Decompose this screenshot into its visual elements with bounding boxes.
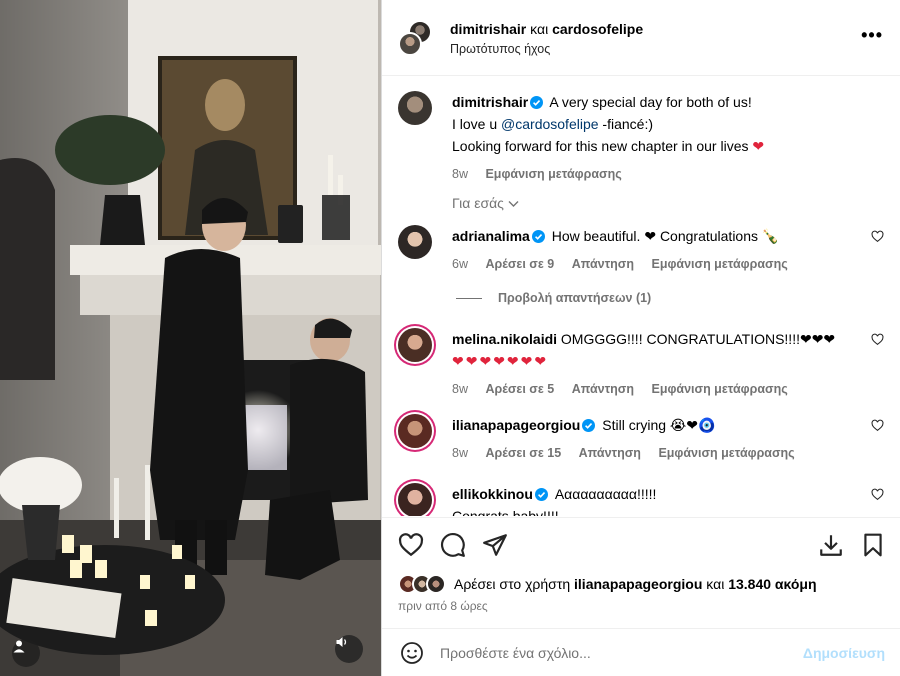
caption-line-2-prefix: I love u [452, 116, 502, 132]
heart-icon[interactable] [398, 532, 424, 558]
caption-line-2-suffix: -fiancé:) [598, 116, 653, 132]
caption-mention[interactable]: @cardosofelipe [501, 116, 599, 132]
collab-connector: και [530, 21, 549, 37]
download-icon[interactable] [818, 532, 844, 558]
comment-body: ilianapapageorgiou Still crying 😭❤🧿 8w Α… [452, 414, 872, 464]
post-panel: dimitrishair και cardosofelipe Πρωτότυπο… [381, 0, 900, 676]
translate-link[interactable]: Εμφάνιση μετάφρασης [651, 257, 787, 271]
comment-text-line-2: ❤❤❤❤❤❤❤ [452, 353, 549, 369]
translate-link[interactable]: Εμφάνιση μετάφρασης [651, 382, 787, 396]
for-you-label: Για εσάς [452, 195, 504, 211]
tagged-users-button[interactable] [12, 639, 40, 667]
collab-avatars[interactable] [398, 20, 434, 56]
post-media[interactable] [0, 0, 381, 676]
view-replies-button[interactable]: Προβολή απαντήσεων (1) [456, 291, 651, 305]
comment-body: melina.nikolaidi OMGGGG!!!! CONGRATULATI… [452, 328, 872, 400]
audio-toggle-button[interactable] [335, 635, 363, 663]
reply-button[interactable]: Απάντηση [572, 257, 634, 271]
caption-body: dimitrishair A very special day for both… [452, 91, 872, 185]
heart-emoji: ❤ [752, 138, 765, 154]
verified-icon [531, 230, 545, 243]
caption-username[interactable]: dimitrishair [452, 94, 528, 110]
avatar [398, 32, 422, 56]
author-username[interactable]: dimitrishair [450, 21, 526, 37]
add-comment-bar: Δημοσίευση [382, 628, 900, 676]
avatar[interactable] [398, 414, 432, 448]
comment-meta: 6w Αρέσει σε 9 Απάντηση Εμφάνιση μετάφρα… [452, 253, 872, 275]
share-icon[interactable] [482, 532, 508, 558]
audio-label[interactable]: Πρωτότυπος ήχος [450, 42, 550, 56]
comment-text-line-2: Congrats baby!!!! [452, 508, 559, 516]
comment-meta: 8w Αρέσει σε 5 Απάντηση Εμφάνιση μετάφρα… [452, 378, 872, 400]
translate-link[interactable]: Εμφάνιση μετάφρασης [485, 167, 621, 181]
post-header: dimitrishair και cardosofelipe Πρωτότυπο… [382, 0, 900, 76]
post-timestamp[interactable]: πριν από 8 ώρες [398, 599, 488, 613]
emoji-icon[interactable] [400, 641, 424, 665]
comment-meta: 8w Αρέσει σε 15 Απάντηση Εμφάνιση μετάφρ… [452, 442, 872, 464]
caption-line-1: A very special day for both of us! [549, 94, 752, 110]
likes-middle: και [702, 576, 729, 592]
comment-likes[interactable]: Αρέσει σε 15 [485, 446, 561, 460]
comment-username[interactable]: ellikokkinou [452, 486, 533, 502]
avatar[interactable] [398, 328, 432, 362]
comment-body: adrianalima How beautiful. ❤ Congratulat… [452, 225, 872, 275]
verified-icon [530, 96, 544, 109]
comment-text: How beautiful. ❤ Congratulations 🍾 [551, 228, 780, 244]
comment-input[interactable] [440, 639, 780, 667]
reply-button[interactable]: Απάντηση [572, 382, 634, 396]
heart-icon[interactable] [871, 230, 884, 243]
comments-list[interactable]: dimitrishair A very special day for both… [382, 77, 900, 516]
speaker-icon [336, 637, 347, 647]
likes-text: Αρέσει στο χρήστη ilianapapageorgiou και… [454, 576, 817, 592]
comment-username[interactable]: adrianalima [452, 228, 530, 244]
avatar[interactable] [398, 91, 432, 125]
more-icon: ••• [861, 25, 883, 45]
heart-icon[interactable] [871, 333, 884, 346]
likes-summary[interactable]: Αρέσει στο χρήστη ilianapapageorgiou και… [398, 574, 817, 594]
post-photo [0, 0, 381, 676]
heart-icon[interactable] [871, 419, 884, 432]
comment-body: ellikokkinou Αααααααααα!!!!! Congrats ba… [452, 483, 872, 516]
translate-link[interactable]: Εμφάνιση μετάφρασης [658, 446, 794, 460]
comment-username[interactable]: ilianapapageorgiou [452, 417, 580, 433]
comment-text: OMGGGG!!!! CONGRATULATIONS!!!!❤❤❤ [560, 331, 836, 347]
verified-icon [534, 488, 548, 501]
more-options-button[interactable]: ••• [861, 26, 883, 44]
view-replies-label: Προβολή απαντήσεων (1) [498, 291, 652, 305]
collab-username[interactable]: cardosofelipe [552, 21, 643, 37]
user-tag-icon [13, 640, 25, 653]
caption-time[interactable]: 8w [452, 167, 468, 181]
likes-prefix: Αρέσει στο χρήστη [454, 576, 575, 592]
comment-username[interactable]: melina.nikolaidi [452, 331, 557, 347]
heart-icon[interactable] [871, 488, 884, 501]
comment-likes[interactable]: Αρέσει σε 5 [485, 382, 554, 396]
comment-time[interactable]: 6w [452, 257, 468, 271]
comment-time[interactable]: 8w [452, 382, 468, 396]
comment-text: Αααααααααα!!!!! [554, 486, 657, 502]
chevron-down-icon [508, 201, 519, 207]
replies-divider [456, 297, 482, 299]
comment-text: Still crying 😭❤🧿 [602, 417, 716, 433]
caption-line-3: Looking forward for this new chapter in … [452, 138, 749, 154]
post-comment-button[interactable]: Δημοσίευση [803, 645, 885, 661]
post-actions: Αρέσει στο χρήστη ilianapapageorgiou και… [382, 517, 900, 627]
likes-count[interactable]: 13.840 ακόμη [728, 576, 816, 592]
bookmark-icon[interactable] [860, 532, 886, 558]
comment-likes[interactable]: Αρέσει σε 9 [485, 257, 554, 271]
avatar[interactable] [398, 225, 432, 259]
reply-button[interactable]: Απάντηση [579, 446, 641, 460]
collab-usernames: dimitrishair και cardosofelipe [450, 21, 643, 37]
comment-time[interactable]: 8w [452, 446, 468, 460]
comment-icon[interactable] [440, 532, 466, 558]
for-you-filter[interactable]: Για εσάς [452, 195, 519, 211]
likes-user[interactable]: ilianapapageorgiou [574, 576, 702, 592]
verified-icon [582, 419, 596, 432]
avatar [426, 574, 446, 594]
caption-meta: 8w Εμφάνιση μετάφρασης [452, 163, 872, 185]
avatar[interactable] [398, 483, 432, 516]
